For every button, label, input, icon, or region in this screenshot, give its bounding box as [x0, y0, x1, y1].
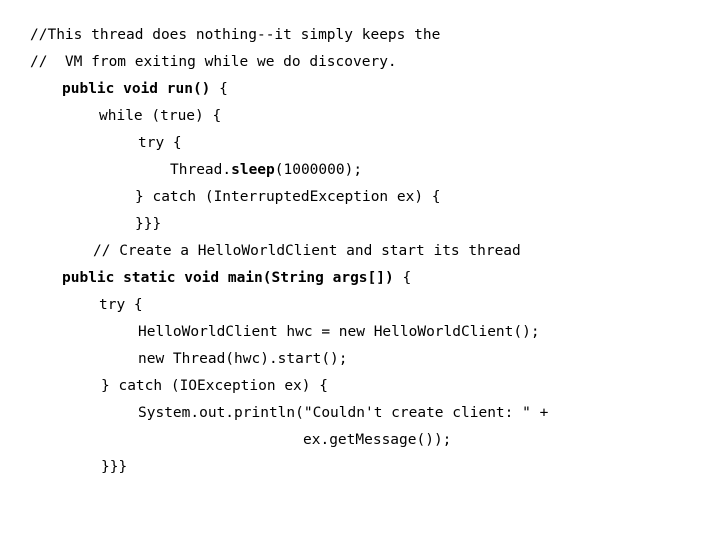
code-slide: //This thread does nothing--it simply ke…	[0, 0, 720, 540]
line-catch-interrupted-seg-0: } catch (InterruptedException ex) {	[135, 189, 441, 205]
line-println-seg-0: System.out.println("Couldn't create clie…	[138, 405, 549, 421]
line-comment-2-seg-0: // VM from exiting while we do discovery…	[30, 54, 397, 70]
line-main-decl-seg-0: public static void main(String args[])	[62, 270, 394, 286]
line-catch-io-seg-0: } catch (IOException ex) {	[101, 378, 328, 394]
line-catch-io: } catch (IOException ex) {	[101, 377, 328, 395]
line-new-thread-start: new Thread(hwc).start();	[138, 350, 348, 368]
line-run-decl-seg-0: public void run()	[62, 81, 211, 97]
line-new-client-seg-0: HelloWorldClient hwc = new HelloWorldCli…	[138, 324, 540, 340]
line-main-decl: public static void main(String args[]) {	[62, 269, 411, 287]
line-try-1: try {	[138, 134, 182, 152]
line-catch-interrupted: } catch (InterruptedException ex) {	[135, 188, 441, 206]
line-try-2-seg-0: try {	[99, 297, 143, 313]
line-close-braces-2-seg-0: }}}	[101, 459, 128, 475]
line-get-message-seg-0: ex.getMessage());	[303, 432, 452, 448]
line-comment-1: //This thread does nothing--it simply ke…	[30, 26, 440, 44]
line-get-message: ex.getMessage());	[303, 431, 451, 449]
line-println: System.out.println("Couldn't create clie…	[138, 404, 548, 422]
line-close-braces-2: }}}	[101, 458, 127, 476]
line-thread-sleep-seg-2: (1000000);	[274, 162, 363, 178]
line-close-braces-1-seg-0: }}}	[135, 216, 162, 232]
line-comment-3: // Create a HelloWorldClient and start i…	[93, 242, 521, 260]
line-thread-sleep-seg-0: Thread.	[170, 162, 232, 178]
line-close-braces-1: }}}	[135, 215, 161, 233]
line-comment-2: // VM from exiting while we do discovery…	[30, 53, 397, 71]
line-main-decl-seg-1: {	[393, 270, 412, 286]
line-new-client: HelloWorldClient hwc = new HelloWorldCli…	[138, 323, 540, 341]
line-thread-sleep: Thread.sleep(1000000);	[170, 161, 362, 179]
line-thread-sleep-seg-1: sleep	[231, 162, 275, 178]
line-comment-1-seg-0: //This thread does nothing--it simply ke…	[30, 27, 441, 43]
line-run-decl-seg-1: {	[210, 81, 228, 97]
line-new-thread-start-seg-0: new Thread(hwc).start();	[138, 351, 348, 367]
line-run-decl: public void run() {	[62, 80, 228, 98]
line-while-true: while (true) {	[99, 107, 221, 125]
line-try-2: try {	[99, 296, 143, 314]
line-try-1-seg-0: try {	[138, 135, 182, 151]
line-comment-3-seg-0: // Create a HelloWorldClient and start i…	[93, 243, 521, 259]
line-while-true-seg-0: while (true) {	[99, 108, 222, 124]
